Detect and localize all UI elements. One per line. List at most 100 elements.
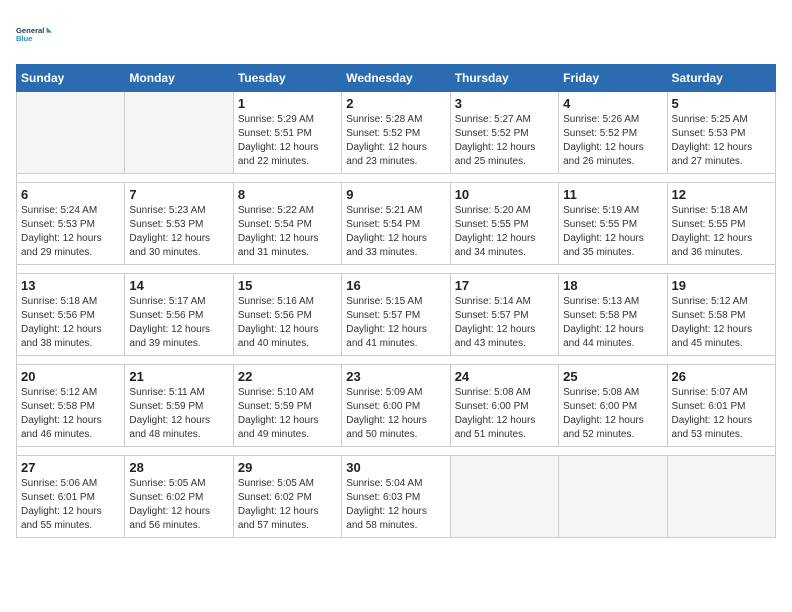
day-number: 9 bbox=[346, 187, 445, 202]
day-info: Sunrise: 5:08 AMSunset: 6:00 PMDaylight:… bbox=[455, 386, 554, 442]
day-info: Sunrise: 5:26 AMSunset: 5:52 PMDaylight:… bbox=[563, 113, 662, 169]
calendar-cell: 11Sunrise: 5:19 AMSunset: 5:55 PMDayligh… bbox=[559, 183, 667, 265]
day-number: 14 bbox=[129, 278, 228, 293]
calendar-cell: 1 Sunrise: 5:29 AMSunset: 5:51 PMDaylight… bbox=[233, 92, 341, 174]
day-number: 4 bbox=[563, 96, 662, 111]
weekday-header-tuesday: Tuesday bbox=[233, 65, 341, 92]
day-info: Sunrise: 5:21 AMSunset: 5:54 PMDaylight:… bbox=[346, 204, 445, 260]
calendar-cell: 25 Sunrise: 5:08 AMSunset: 6:00 PMDayligh… bbox=[559, 365, 667, 447]
calendar-cell: 2 Sunrise: 5:28 AMSunset: 5:52 PMDaylight… bbox=[342, 92, 450, 174]
day-info: Sunrise: 5:24 AMSunset: 5:53 PMDaylight:… bbox=[21, 204, 120, 260]
day-info: Sunrise: 5:22 AMSunset: 5:54 PMDaylight:… bbox=[238, 204, 337, 260]
day-info: Sunrise: 5:05 AMSunset: 6:02 PMDaylight:… bbox=[238, 477, 337, 533]
day-info: Sunrise: 5:12 AMSunset: 5:58 PMDaylight:… bbox=[672, 295, 771, 351]
calendar-cell: 23Sunrise: 5:09 AMSunset: 6:00 PMDayligh… bbox=[342, 365, 450, 447]
day-number: 18 bbox=[563, 278, 662, 293]
calendar-cell: 14Sunrise: 5:17 AMSunset: 5:56 PMDayligh… bbox=[125, 274, 233, 356]
day-info: Sunrise: 5:18 AMSunset: 5:56 PMDaylight:… bbox=[21, 295, 120, 351]
day-number: 6 bbox=[21, 187, 120, 202]
week-row-1: 1 Sunrise: 5:29 AMSunset: 5:51 PMDaylight… bbox=[17, 92, 776, 174]
calendar-cell: 30 Sunrise: 5:04 AMSunset: 6:03 PMDayligh… bbox=[342, 456, 450, 538]
calendar-cell bbox=[559, 456, 667, 538]
day-info: Sunrise: 5:08 AMSunset: 6:00 PMDaylight:… bbox=[563, 386, 662, 442]
calendar-cell: 18 Sunrise: 5:13 AMSunset: 5:58 PMDayligh… bbox=[559, 274, 667, 356]
day-info: Sunrise: 5:07 AMSunset: 6:01 PMDaylight:… bbox=[672, 386, 771, 442]
calendar-cell: 5Sunrise: 5:25 AMSunset: 5:53 PMDaylight… bbox=[667, 92, 775, 174]
calendar-cell: 7 Sunrise: 5:23 AMSunset: 5:53 PMDaylight… bbox=[125, 183, 233, 265]
day-info: Sunrise: 5:11 AMSunset: 5:59 PMDaylight:… bbox=[129, 386, 228, 442]
day-info: Sunrise: 5:10 AMSunset: 5:59 PMDaylight:… bbox=[238, 386, 337, 442]
calendar-cell: 15Sunrise: 5:16 AMSunset: 5:56 PMDayligh… bbox=[233, 274, 341, 356]
week-spacer bbox=[17, 356, 776, 365]
svg-text:General: General bbox=[16, 26, 44, 35]
weekday-header-sunday: Sunday bbox=[17, 65, 125, 92]
day-number: 16 bbox=[346, 278, 445, 293]
calendar-cell: 9 Sunrise: 5:21 AMSunset: 5:54 PMDaylight… bbox=[342, 183, 450, 265]
day-number: 1 bbox=[238, 96, 337, 111]
logo: General Blue bbox=[16, 16, 52, 52]
day-info: Sunrise: 5:18 AMSunset: 5:55 PMDaylight:… bbox=[672, 204, 771, 260]
calendar-cell bbox=[125, 92, 233, 174]
logo-icon: General Blue bbox=[16, 16, 52, 52]
day-number: 25 bbox=[563, 369, 662, 384]
day-number: 3 bbox=[455, 96, 554, 111]
calendar-cell: 16 Sunrise: 5:15 AMSunset: 5:57 PMDayligh… bbox=[342, 274, 450, 356]
day-info: Sunrise: 5:15 AMSunset: 5:57 PMDaylight:… bbox=[346, 295, 445, 351]
week-row-2: 6 Sunrise: 5:24 AMSunset: 5:53 PMDaylight… bbox=[17, 183, 776, 265]
calendar-cell: 17 Sunrise: 5:14 AMSunset: 5:57 PMDayligh… bbox=[450, 274, 558, 356]
weekday-header-wednesday: Wednesday bbox=[342, 65, 450, 92]
calendar-cell: 28Sunrise: 5:05 AMSunset: 6:02 PMDayligh… bbox=[125, 456, 233, 538]
day-info: Sunrise: 5:19 AMSunset: 5:55 PMDaylight:… bbox=[563, 204, 662, 260]
day-info: Sunrise: 5:05 AMSunset: 6:02 PMDaylight:… bbox=[129, 477, 228, 533]
day-info: Sunrise: 5:28 AMSunset: 5:52 PMDaylight:… bbox=[346, 113, 445, 169]
day-number: 19 bbox=[672, 278, 771, 293]
header: General Blue bbox=[16, 16, 776, 52]
day-info: Sunrise: 5:14 AMSunset: 5:57 PMDaylight:… bbox=[455, 295, 554, 351]
day-info: Sunrise: 5:16 AMSunset: 5:56 PMDaylight:… bbox=[238, 295, 337, 351]
weekday-header-monday: Monday bbox=[125, 65, 233, 92]
day-number: 17 bbox=[455, 278, 554, 293]
day-info: Sunrise: 5:23 AMSunset: 5:53 PMDaylight:… bbox=[129, 204, 228, 260]
day-number: 13 bbox=[21, 278, 120, 293]
calendar-cell: 29Sunrise: 5:05 AMSunset: 6:02 PMDayligh… bbox=[233, 456, 341, 538]
day-number: 30 bbox=[346, 460, 445, 475]
day-info: Sunrise: 5:29 AMSunset: 5:51 PMDaylight:… bbox=[238, 113, 337, 169]
day-number: 2 bbox=[346, 96, 445, 111]
weekday-header-row: SundayMondayTuesdayWednesdayThursdayFrid… bbox=[17, 65, 776, 92]
calendar-cell: 27 Sunrise: 5:06 AMSunset: 6:01 PMDayligh… bbox=[17, 456, 125, 538]
calendar-cell: 24Sunrise: 5:08 AMSunset: 6:00 PMDayligh… bbox=[450, 365, 558, 447]
day-info: Sunrise: 5:12 AMSunset: 5:58 PMDaylight:… bbox=[21, 386, 120, 442]
week-spacer bbox=[17, 174, 776, 183]
calendar-cell: 13 Sunrise: 5:18 AMSunset: 5:56 PMDayligh… bbox=[17, 274, 125, 356]
calendar-cell: 6 Sunrise: 5:24 AMSunset: 5:53 PMDaylight… bbox=[17, 183, 125, 265]
day-info: Sunrise: 5:20 AMSunset: 5:55 PMDaylight:… bbox=[455, 204, 554, 260]
day-number: 7 bbox=[129, 187, 228, 202]
day-number: 22 bbox=[238, 369, 337, 384]
day-number: 26 bbox=[672, 369, 771, 384]
day-number: 20 bbox=[21, 369, 120, 384]
calendar-cell bbox=[667, 456, 775, 538]
calendar-cell: 3Sunrise: 5:27 AMSunset: 5:52 PMDaylight… bbox=[450, 92, 558, 174]
calendar-cell: 8Sunrise: 5:22 AMSunset: 5:54 PMDaylight… bbox=[233, 183, 341, 265]
week-row-3: 13 Sunrise: 5:18 AMSunset: 5:56 PMDayligh… bbox=[17, 274, 776, 356]
week-row-5: 27 Sunrise: 5:06 AMSunset: 6:01 PMDayligh… bbox=[17, 456, 776, 538]
calendar-table: SundayMondayTuesdayWednesdayThursdayFrid… bbox=[16, 64, 776, 538]
week-spacer bbox=[17, 265, 776, 274]
weekday-header-thursday: Thursday bbox=[450, 65, 558, 92]
weekday-header-friday: Friday bbox=[559, 65, 667, 92]
day-info: Sunrise: 5:13 AMSunset: 5:58 PMDaylight:… bbox=[563, 295, 662, 351]
day-number: 27 bbox=[21, 460, 120, 475]
day-number: 12 bbox=[672, 187, 771, 202]
svg-text:Blue: Blue bbox=[16, 34, 33, 43]
calendar-cell bbox=[17, 92, 125, 174]
day-info: Sunrise: 5:06 AMSunset: 6:01 PMDaylight:… bbox=[21, 477, 120, 533]
day-info: Sunrise: 5:04 AMSunset: 6:03 PMDaylight:… bbox=[346, 477, 445, 533]
calendar-cell: 21 Sunrise: 5:11 AMSunset: 5:59 PMDayligh… bbox=[125, 365, 233, 447]
day-number: 21 bbox=[129, 369, 228, 384]
calendar-cell: 19 Sunrise: 5:12 AMSunset: 5:58 PMDayligh… bbox=[667, 274, 775, 356]
day-number: 5 bbox=[672, 96, 771, 111]
calendar-cell: 26 Sunrise: 5:07 AMSunset: 6:01 PMDayligh… bbox=[667, 365, 775, 447]
day-number: 23 bbox=[346, 369, 445, 384]
week-row-4: 20 Sunrise: 5:12 AMSunset: 5:58 PMDayligh… bbox=[17, 365, 776, 447]
calendar-cell: 22 Sunrise: 5:10 AMSunset: 5:59 PMDayligh… bbox=[233, 365, 341, 447]
